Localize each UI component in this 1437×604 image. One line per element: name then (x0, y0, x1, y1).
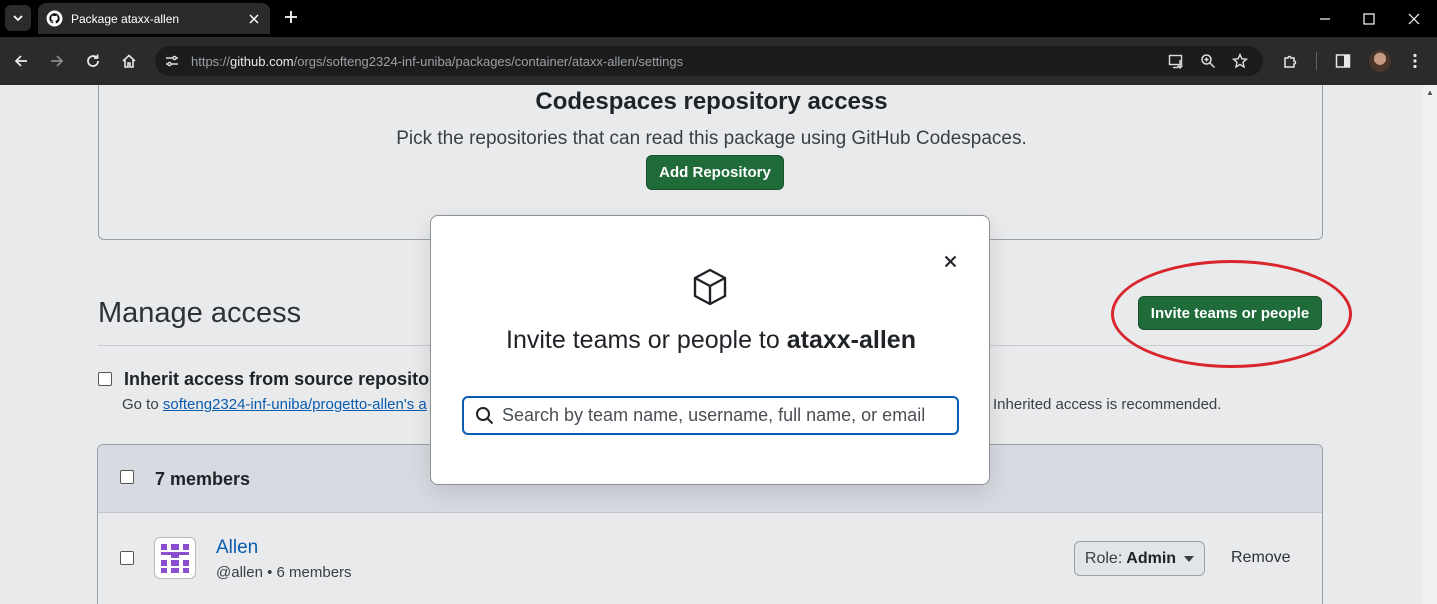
more-vert-icon (1413, 53, 1417, 69)
install-app-button[interactable] (1165, 50, 1187, 72)
role-dropdown[interactable]: Role: Admin (1074, 541, 1205, 576)
member-subtitle: @allen • 6 members (216, 564, 352, 581)
github-logo-icon (46, 10, 63, 27)
chevron-down-icon (13, 15, 23, 22)
browser-tab-bar: Package ataxx-allen (0, 0, 1437, 37)
inherit-access-label: Inherit access from source repository (r (124, 369, 465, 389)
profile-avatar[interactable] (1369, 50, 1391, 72)
dialog-heading-package: ataxx-allen (786, 326, 916, 354)
url-text: https://github.com/orgs/softeng2324-inf-… (191, 54, 683, 69)
role-value: Admin (1126, 549, 1177, 567)
annotation-highlight-ellipse (1111, 260, 1352, 368)
codespaces-description: Pick the repositories that can read this… (396, 128, 1027, 149)
home-icon (122, 54, 136, 68)
puzzle-icon (1283, 55, 1296, 68)
bookmark-button[interactable] (1229, 50, 1251, 72)
invite-dialog: Invite teams or people to ataxx-allen (430, 215, 990, 485)
tab-close-button[interactable] (246, 11, 262, 27)
members-count: 7 members (155, 469, 251, 489)
member-name-link[interactable]: Allen (216, 537, 258, 559)
plus-icon (285, 11, 297, 23)
tab-search-button[interactable] (5, 5, 31, 31)
caret-down-icon (1184, 555, 1195, 562)
codespaces-title: Codespaces repository access (535, 88, 888, 115)
minimize-icon (1320, 17, 1330, 20)
invite-search-field[interactable] (462, 396, 959, 435)
reload-icon (87, 54, 99, 67)
inherit-access-help: Go to softeng2324-inf-uniba/progetto-all… (122, 396, 427, 413)
invite-search-input[interactable] (502, 405, 957, 426)
star-icon (1232, 53, 1248, 69)
side-panel-button[interactable] (1331, 49, 1355, 73)
extensions-button[interactable] (1278, 49, 1302, 73)
tab-title: Package ataxx-allen (71, 11, 180, 26)
browser-tab[interactable]: Package ataxx-allen (38, 3, 270, 34)
zoom-icon (1201, 54, 1216, 69)
package-icon (693, 268, 727, 306)
forward-button[interactable] (45, 49, 69, 73)
url-path: /orgs/softeng2324-inf-uniba/packages/con… (293, 53, 684, 69)
inherit-help-prefix: Go to (122, 396, 163, 413)
maximize-icon (1363, 12, 1375, 25)
install-icon (1168, 54, 1183, 69)
tune-icon (166, 55, 178, 67)
member-row-checkbox[interactable] (120, 551, 134, 565)
browser-menu-button[interactable] (1403, 49, 1427, 73)
minimize-button[interactable] (1302, 0, 1348, 37)
inherit-recommended-text: Inherited access is recommended. (993, 396, 1222, 413)
page-scrollbar[interactable] (1423, 85, 1437, 604)
home-button[interactable] (117, 49, 141, 73)
inherit-access-checkbox[interactable] (98, 372, 112, 386)
new-tab-button[interactable] (280, 6, 302, 28)
add-repository-button[interactable]: Add Repository (646, 155, 784, 190)
close-icon (249, 13, 259, 24)
toolbar-divider (1316, 52, 1317, 70)
close-icon (944, 255, 956, 267)
select-all-checkbox[interactable] (120, 470, 134, 484)
url-prefix: https:// (191, 53, 231, 69)
dialog-heading-prefix: Invite teams or people to (506, 326, 787, 354)
scroll-up-arrow-icon[interactable]: ▲ (1426, 89, 1434, 97)
url-host: github.com (230, 53, 294, 69)
arrow-right-icon (51, 55, 64, 67)
dialog-close-button[interactable] (939, 250, 961, 272)
site-info-button[interactable] (161, 50, 183, 72)
avatar[interactable] (154, 537, 196, 579)
address-bar[interactable]: https://github.com/orgs/softeng2324-inf-… (155, 46, 1263, 76)
side-panel-icon (1335, 54, 1351, 68)
arrow-left-icon (14, 55, 27, 67)
search-icon (474, 406, 494, 426)
maximize-button[interactable] (1346, 0, 1392, 37)
close-icon (1408, 13, 1420, 24)
remove-member-button[interactable]: Remove (1231, 549, 1291, 567)
back-button[interactable] (9, 49, 33, 73)
team-identicon-icon (161, 544, 189, 573)
role-prefix: Role: (1084, 549, 1123, 567)
reload-button[interactable] (81, 49, 105, 73)
manage-access-title: Manage access (98, 297, 302, 329)
zoom-button[interactable] (1197, 50, 1219, 72)
dialog-heading: Invite teams or people to ataxx-allen (431, 326, 991, 355)
source-repo-link[interactable]: softeng2324-inf-uniba/progetto-allen's a (163, 396, 427, 413)
window-close-button[interactable] (1391, 0, 1437, 37)
